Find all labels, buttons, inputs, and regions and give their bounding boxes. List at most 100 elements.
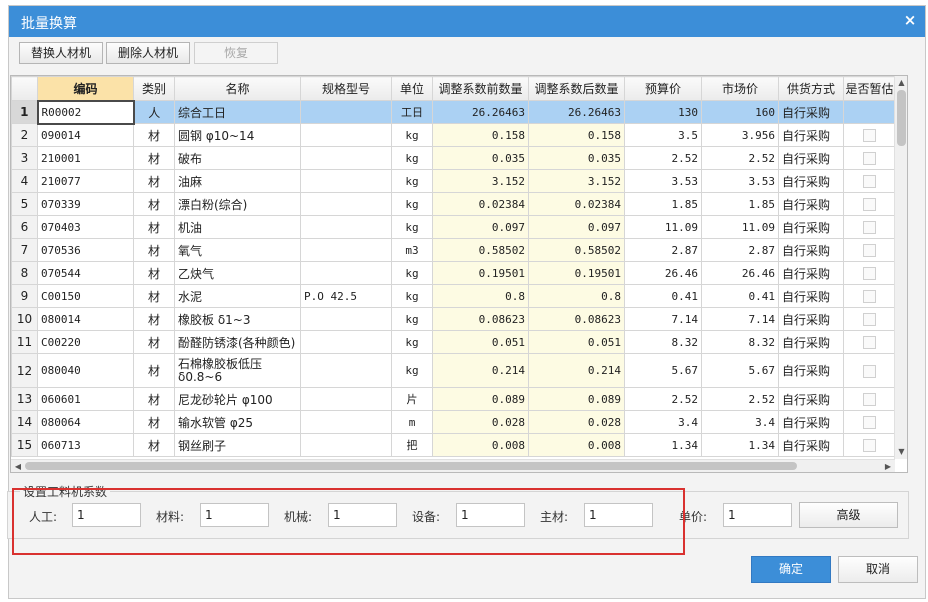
qty-before-cell[interactable]: 0.158: [432, 123, 529, 147]
qty-after-cell[interactable]: 0.8: [528, 284, 625, 308]
table-row[interactable]: 2 090014 材圆钢 φ10~14 kg 0.158 0.158 3.5 3.956 自行采…: [11, 123, 896, 147]
qty-before-cell[interactable]: 0.008: [432, 433, 529, 457]
market-price-cell[interactable]: 160: [701, 100, 779, 124]
vertical-scrollbar[interactable]: ▲ ▼: [894, 76, 907, 459]
type-cell[interactable]: 材: [133, 215, 175, 239]
table-row[interactable]: 1 R00002 人综合工日 工日 26.26463 26.26463 130 160 自行采购: [11, 99, 896, 125]
type-cell[interactable]: 材: [133, 353, 175, 388]
row-number-header[interactable]: [11, 76, 38, 101]
code-cell[interactable]: C00150: [37, 284, 134, 308]
supply-method-cell[interactable]: 自行采购: [778, 192, 844, 216]
market-price-cell[interactable]: 1.85: [701, 192, 779, 216]
budget-price-cell[interactable]: 1.34: [624, 433, 702, 457]
supply-method-cell[interactable]: 自行采购: [778, 330, 844, 354]
delete-material-button[interactable]: 删除人材机: [106, 42, 190, 64]
qty-before-header[interactable]: 调整系数前数量: [432, 76, 529, 101]
provisional-cell[interactable]: [843, 261, 896, 285]
name-cell[interactable]: 氧气: [174, 238, 301, 262]
provisional-checkbox[interactable]: [863, 393, 876, 406]
provisional-cell[interactable]: [843, 387, 896, 411]
spec-cell[interactable]: [300, 192, 392, 216]
qty-after-cell[interactable]: 0.097: [528, 215, 625, 239]
qty-after-cell[interactable]: 0.008: [528, 433, 625, 457]
type-cell[interactable]: 材: [133, 330, 175, 354]
unit-price-coefficient-input[interactable]: [723, 503, 792, 527]
provisional-cell[interactable]: [843, 284, 896, 308]
scroll-left-arrow-icon[interactable]: ◀: [12, 460, 24, 472]
qty-before-cell[interactable]: 0.035: [432, 146, 529, 170]
provisional-cell[interactable]: [843, 192, 896, 216]
qty-before-cell[interactable]: 3.152: [432, 169, 529, 193]
table-row[interactable]: 6 070403 材机油 kg 0.097 0.097 11.09 11.09 自行采购: [11, 215, 896, 239]
name-cell[interactable]: 综合工日: [174, 100, 301, 124]
provisional-checkbox[interactable]: [863, 221, 876, 234]
code-cell[interactable]: 080014: [37, 307, 134, 331]
qty-after-cell[interactable]: 0.58502: [528, 238, 625, 262]
budget-price-cell[interactable]: 2.52: [624, 146, 702, 170]
market-price-cell[interactable]: 3.4: [701, 410, 779, 434]
scroll-down-arrow-icon[interactable]: ▼: [895, 446, 907, 458]
market-price-cell[interactable]: 3.956: [701, 123, 779, 147]
name-cell[interactable]: 输水软管 φ25: [174, 410, 301, 434]
spec-cell[interactable]: [300, 433, 392, 457]
code-cell[interactable]: 070403: [37, 215, 134, 239]
name-cell[interactable]: 钢丝刷子: [174, 433, 301, 457]
cancel-button[interactable]: 取消: [838, 556, 918, 583]
spec-cell[interactable]: [300, 353, 392, 388]
type-cell[interactable]: 材: [133, 146, 175, 170]
code-cell[interactable]: 060601: [37, 387, 134, 411]
qty-after-cell[interactable]: 0.035: [528, 146, 625, 170]
supply-method-cell[interactable]: 自行采购: [778, 261, 844, 285]
qty-before-cell[interactable]: 0.097: [432, 215, 529, 239]
supply-method-cell[interactable]: 自行采购: [778, 123, 844, 147]
supply-method-cell[interactable]: 自行采购: [778, 146, 844, 170]
table-row[interactable]: 10 080014 材橡胶板 δ1~3 kg 0.08623 0.08623 7.14 7.1…: [11, 307, 896, 331]
qty-after-cell[interactable]: 26.26463: [528, 100, 625, 124]
provisional-checkbox[interactable]: [863, 175, 876, 188]
restore-button[interactable]: 恢复: [194, 42, 278, 64]
market-price-cell[interactable]: 26.46: [701, 261, 779, 285]
name-header[interactable]: 名称: [174, 76, 301, 101]
qty-before-cell[interactable]: 0.08623: [432, 307, 529, 331]
provisional-cell[interactable]: [843, 100, 896, 124]
budget-price-cell[interactable]: 2.52: [624, 387, 702, 411]
provisional-cell[interactable]: [843, 238, 896, 262]
name-cell[interactable]: 水泥: [174, 284, 301, 308]
provisional-cell[interactable]: [843, 123, 896, 147]
spec-cell[interactable]: P.O 42.5: [300, 284, 392, 308]
spec-cell[interactable]: [300, 387, 392, 411]
supply-method-cell[interactable]: 自行采购: [778, 100, 844, 124]
table-row[interactable]: 4 210077 材油麻 kg 3.152 3.152 3.53 3.53 自行采购: [11, 169, 896, 193]
budget-price-cell[interactable]: 3.53: [624, 169, 702, 193]
budget-price-cell[interactable]: 5.67: [624, 353, 702, 388]
qty-after-cell[interactable]: 0.214: [528, 353, 625, 388]
code-cell[interactable]: 080064: [37, 410, 134, 434]
type-cell[interactable]: 材: [133, 123, 175, 147]
qty-before-cell[interactable]: 0.02384: [432, 192, 529, 216]
type-cell[interactable]: 材: [133, 238, 175, 262]
market-price-cell[interactable]: 2.52: [701, 387, 779, 411]
unit-cell[interactable]: kg: [391, 353, 433, 388]
spec-cell[interactable]: [300, 307, 392, 331]
market-price-cell[interactable]: 2.87: [701, 238, 779, 262]
qty-after-cell[interactable]: 0.158: [528, 123, 625, 147]
provisional-checkbox[interactable]: [863, 416, 876, 429]
provisional-checkbox[interactable]: [863, 152, 876, 165]
supply-method-cell[interactable]: 自行采购: [778, 387, 844, 411]
budget-price-cell[interactable]: 1.85: [624, 192, 702, 216]
qty-before-cell[interactable]: 0.051: [432, 330, 529, 354]
supply-method-cell[interactable]: 自行采购: [778, 238, 844, 262]
code-cell[interactable]: 210001: [37, 146, 134, 170]
provisional-checkbox[interactable]: [863, 336, 876, 349]
type-cell[interactable]: 材: [133, 192, 175, 216]
scroll-right-arrow-icon[interactable]: ▶: [882, 460, 894, 472]
spec-cell[interactable]: [300, 238, 392, 262]
table-row[interactable]: 14 080064 材输水软管 φ25 m 0.028 0.028 3.4 3.4 自行采购: [11, 410, 896, 434]
qty-before-cell[interactable]: 0.8: [432, 284, 529, 308]
supply-method-cell[interactable]: 自行采购: [778, 284, 844, 308]
market-price-cell[interactable]: 7.14: [701, 307, 779, 331]
provisional-cell[interactable]: [843, 353, 896, 388]
table-row[interactable]: 9 C00150 材水泥 P.O 42.5 kg 0.8 0.8 0.41 0.41 自行采购: [11, 284, 896, 308]
advanced-button[interactable]: 高级: [799, 502, 898, 528]
table-row[interactable]: 12 080040 材石棉橡胶板低压 δ0.8~6 kg 0.214 0.214 5.67 5…: [11, 353, 896, 388]
